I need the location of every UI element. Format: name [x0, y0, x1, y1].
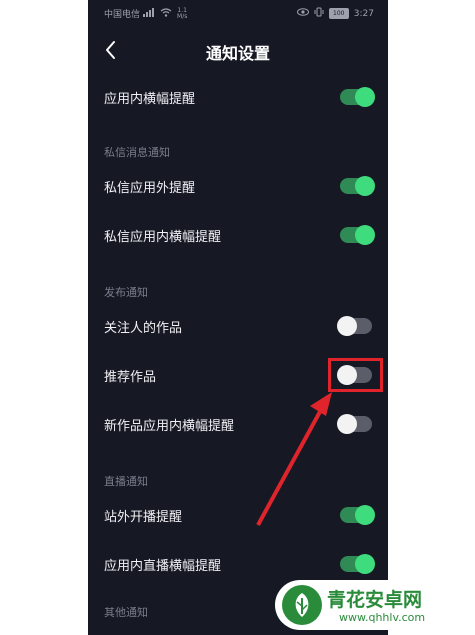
- watermark-logo-icon: [282, 585, 322, 625]
- watermark-title: 青花安卓网: [327, 589, 423, 611]
- annotation-arrow-icon: [256, 392, 332, 526]
- watermark: 青花安卓网 www.qhhlv.com: [275, 580, 467, 630]
- watermark-url: www.qhhlv.com: [339, 611, 426, 624]
